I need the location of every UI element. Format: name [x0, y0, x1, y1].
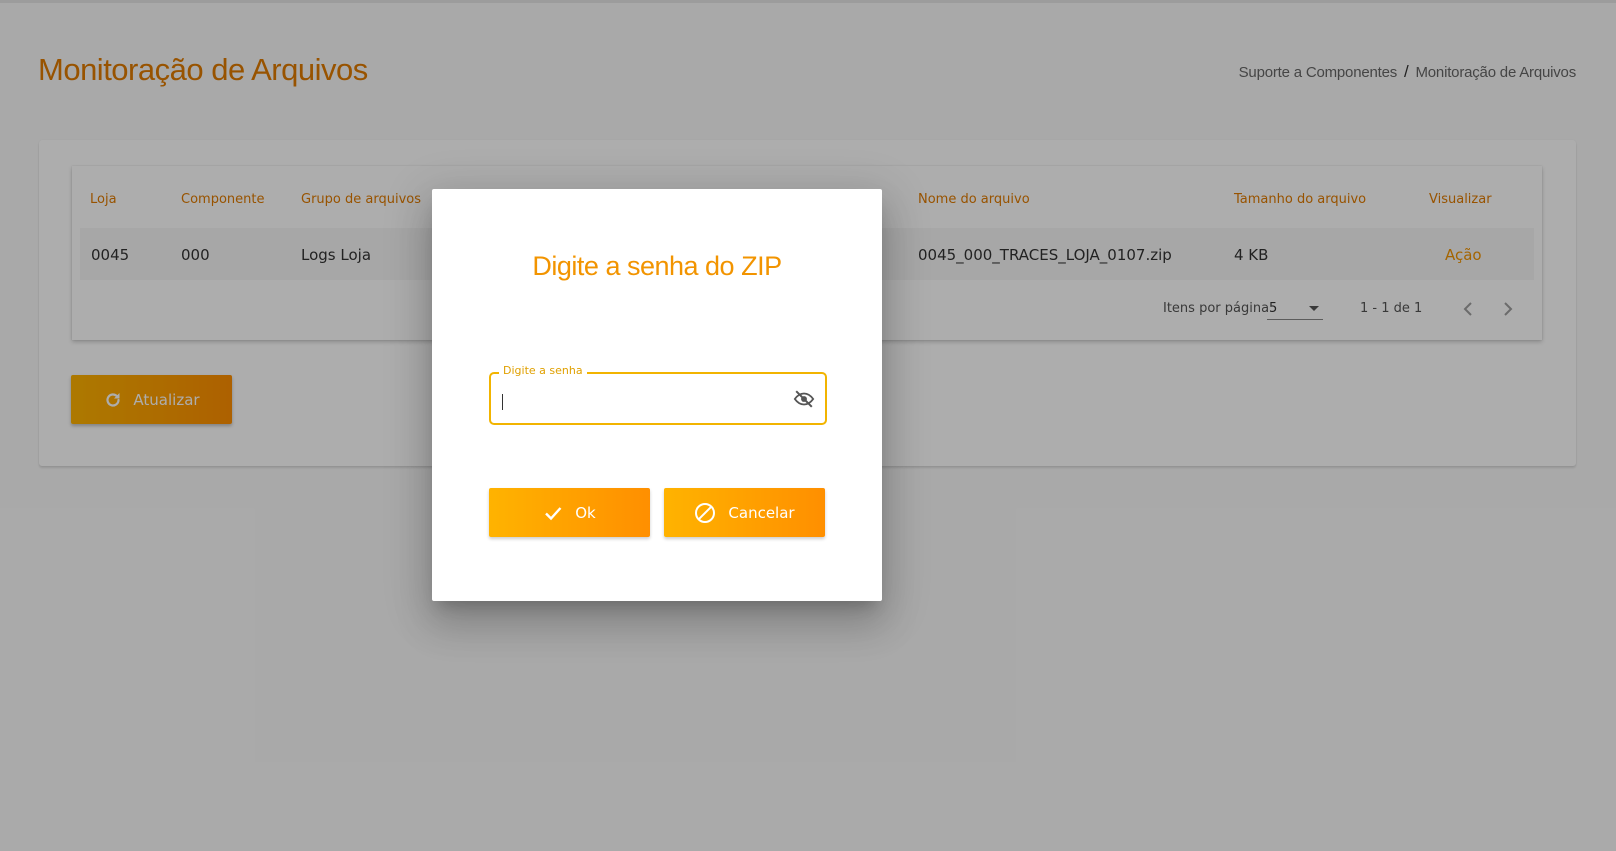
password-input[interactable]: [501, 386, 781, 410]
zip-password-dialog: Digite a senha do ZIP Digite a senha Ok …: [432, 189, 882, 601]
check-icon: [545, 506, 562, 520]
eye-off-icon: [793, 390, 815, 408]
password-form-field: Digite a senha: [489, 364, 827, 425]
toggle-password-visibility-button[interactable]: [793, 388, 815, 410]
ok-button[interactable]: Ok: [489, 488, 650, 537]
ok-button-label: Ok: [575, 503, 596, 522]
cancel-button-label: Cancelar: [728, 503, 795, 522]
block-icon: [695, 502, 716, 523]
cancel-button[interactable]: Cancelar: [664, 488, 825, 537]
text-cursor: [502, 394, 503, 410]
password-field-label: Digite a senha: [499, 364, 587, 377]
dialog-title: Digite a senha do ZIP: [532, 251, 782, 281]
